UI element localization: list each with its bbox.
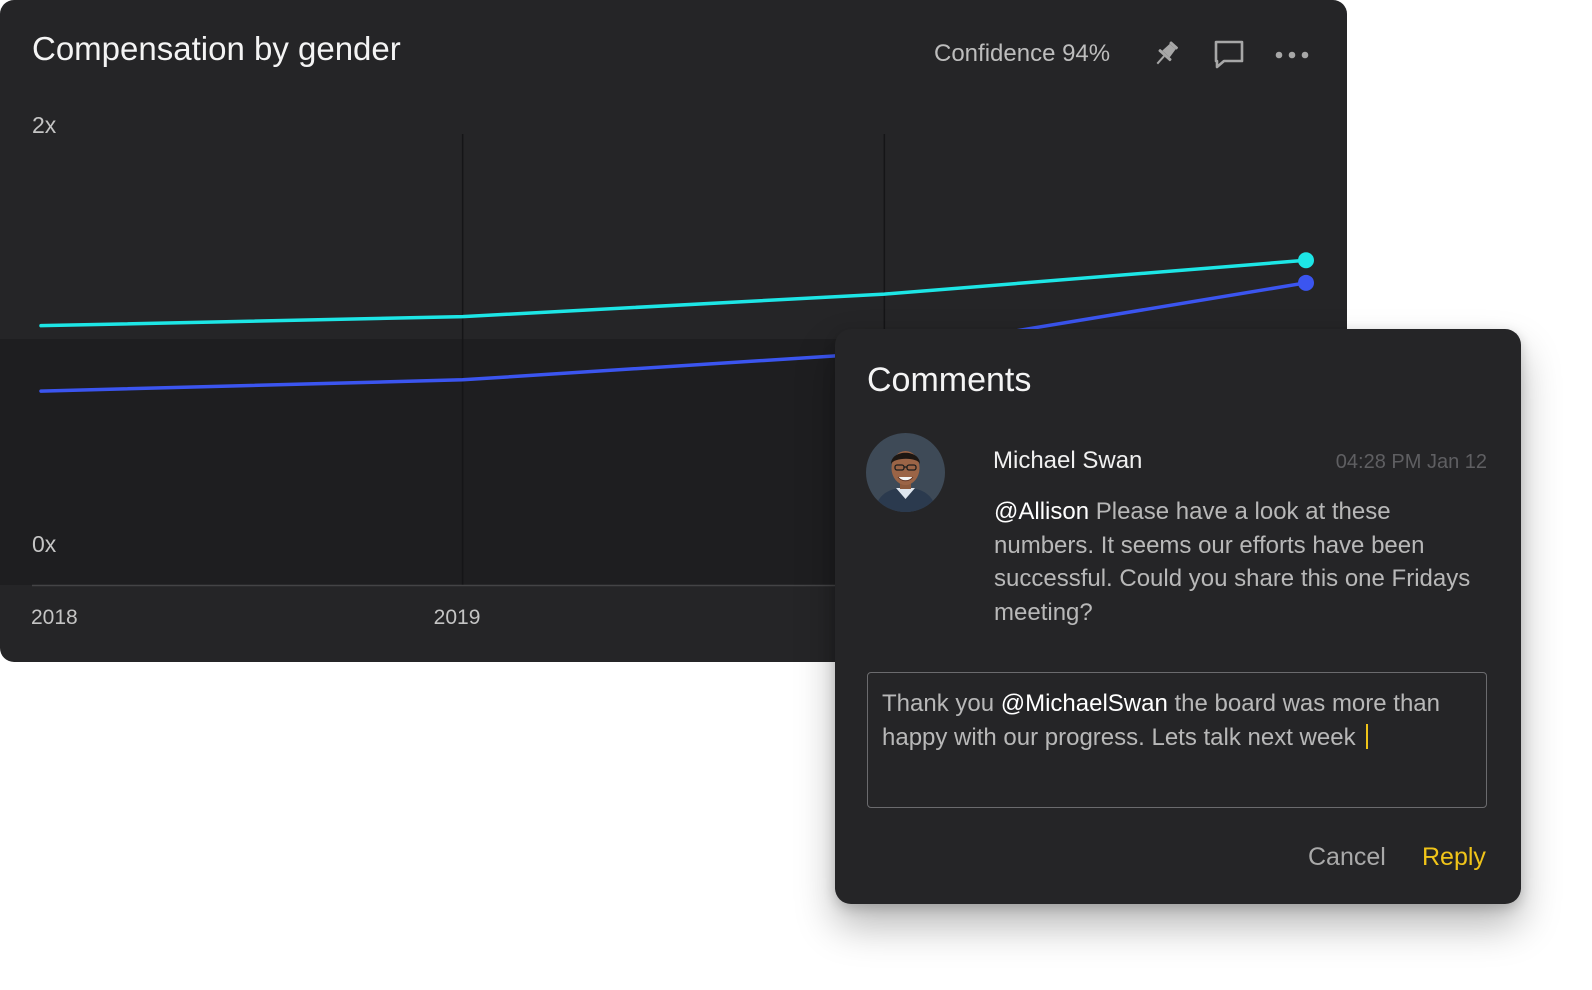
- x-tick-label: 2018: [31, 606, 78, 629]
- comments-heading: Comments: [867, 361, 1032, 399]
- text-caret: [1365, 724, 1368, 749]
- y-tick-label: 0x: [32, 531, 57, 557]
- series-end-point-1: [1298, 252, 1314, 269]
- reply-text-start: Thank you: [882, 690, 1001, 717]
- pin-icon[interactable]: [1148, 36, 1184, 72]
- cancel-button[interactable]: Cancel: [1308, 843, 1386, 872]
- confidence-label: Confidence 94%: [934, 40, 1111, 67]
- x-tick-label: 2019: [434, 606, 481, 629]
- avatar: [866, 433, 945, 512]
- more-options-icon[interactable]: [1274, 36, 1310, 72]
- chart-title: Compensation by gender: [32, 30, 401, 67]
- comment-icon[interactable]: [1211, 36, 1247, 72]
- comment-timestamp: 04:28 PM Jan 12: [1335, 451, 1487, 473]
- reply-button[interactable]: Reply: [1422, 843, 1486, 872]
- reply-input[interactable]: Thank you @MichaelSwan the board was mor…: [867, 672, 1487, 808]
- comments-panel: Comments Michael Swan 04:28 PM Jan 12 @A…: [835, 329, 1521, 904]
- comment-body: @Allison Please have a look at these num…: [994, 495, 1474, 629]
- series-end-point-2: [1298, 274, 1314, 291]
- reply-mention: @MichaelSwan: [1000, 690, 1168, 717]
- comment-mention[interactable]: @Allison: [994, 498, 1089, 525]
- comment-author: Michael Swan: [993, 447, 1143, 474]
- y-tick-label: 2x: [32, 112, 57, 138]
